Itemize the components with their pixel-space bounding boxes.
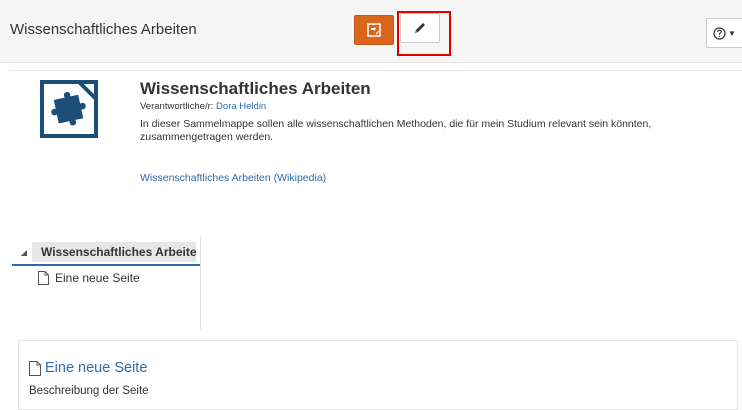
tree-child-label: Eine neue Seite bbox=[55, 271, 140, 285]
page-icon bbox=[38, 271, 49, 285]
page-description: Beschreibung der Seite bbox=[29, 385, 149, 397]
edit-button[interactable] bbox=[400, 13, 440, 43]
page-icon bbox=[29, 360, 41, 376]
responsible-name-link[interactable]: Dora Heldin bbox=[216, 101, 266, 112]
page-tree: ◢ Wissenschaftliches Arbeiten Eine neue … bbox=[10, 236, 201, 330]
help-icon bbox=[713, 26, 726, 40]
portfolio-view-icon bbox=[367, 23, 381, 37]
help-dropdown-button[interactable]: ▼ bbox=[706, 18, 742, 48]
view-portfolio-button[interactable] bbox=[354, 15, 394, 45]
portfolio-title: Wissenschaftliches Arbeiten bbox=[140, 79, 371, 98]
page-content-box: Eine neue Seite Beschreibung der Seite bbox=[18, 340, 738, 410]
top-toolbar: Wissenschaftliches Arbeiten ▼ bbox=[0, 0, 742, 63]
toolbar-title: Wissenschaftliches Arbeiten bbox=[10, 21, 197, 38]
pencil-icon bbox=[415, 23, 425, 33]
responsible-label: Verantwortliche/r: bbox=[140, 101, 214, 112]
tree-item-page[interactable]: Eine neue Seite bbox=[38, 269, 140, 287]
tree-root-label: Wissenschaftliches Arbeiten bbox=[41, 245, 196, 259]
responsible-line: Verantwortliche/r: Dora Heldin bbox=[140, 101, 266, 112]
puzzle-icon bbox=[39, 79, 99, 144]
tree-selection-underline bbox=[12, 264, 200, 266]
tree-root-node[interactable]: Wissenschaftliches Arbeiten bbox=[32, 242, 196, 262]
portfolio-header: Wissenschaftliches Arbeiten Verantwortli… bbox=[10, 70, 742, 201]
wikipedia-link[interactable]: Wissenschaftliches Arbeiten (Wikipedia) bbox=[140, 172, 326, 184]
page-title-row: Eine neue Seite bbox=[29, 360, 147, 376]
collapse-triangle-icon[interactable]: ◢ bbox=[16, 248, 32, 257]
portfolio-description: In dieser Sammelmappe sollen alle wissen… bbox=[140, 118, 652, 143]
tree-item-root[interactable]: ◢ Wissenschaftliches Arbeiten bbox=[16, 242, 200, 262]
chevron-down-icon: ▼ bbox=[728, 28, 736, 38]
page-title[interactable]: Eine neue Seite bbox=[45, 360, 147, 376]
